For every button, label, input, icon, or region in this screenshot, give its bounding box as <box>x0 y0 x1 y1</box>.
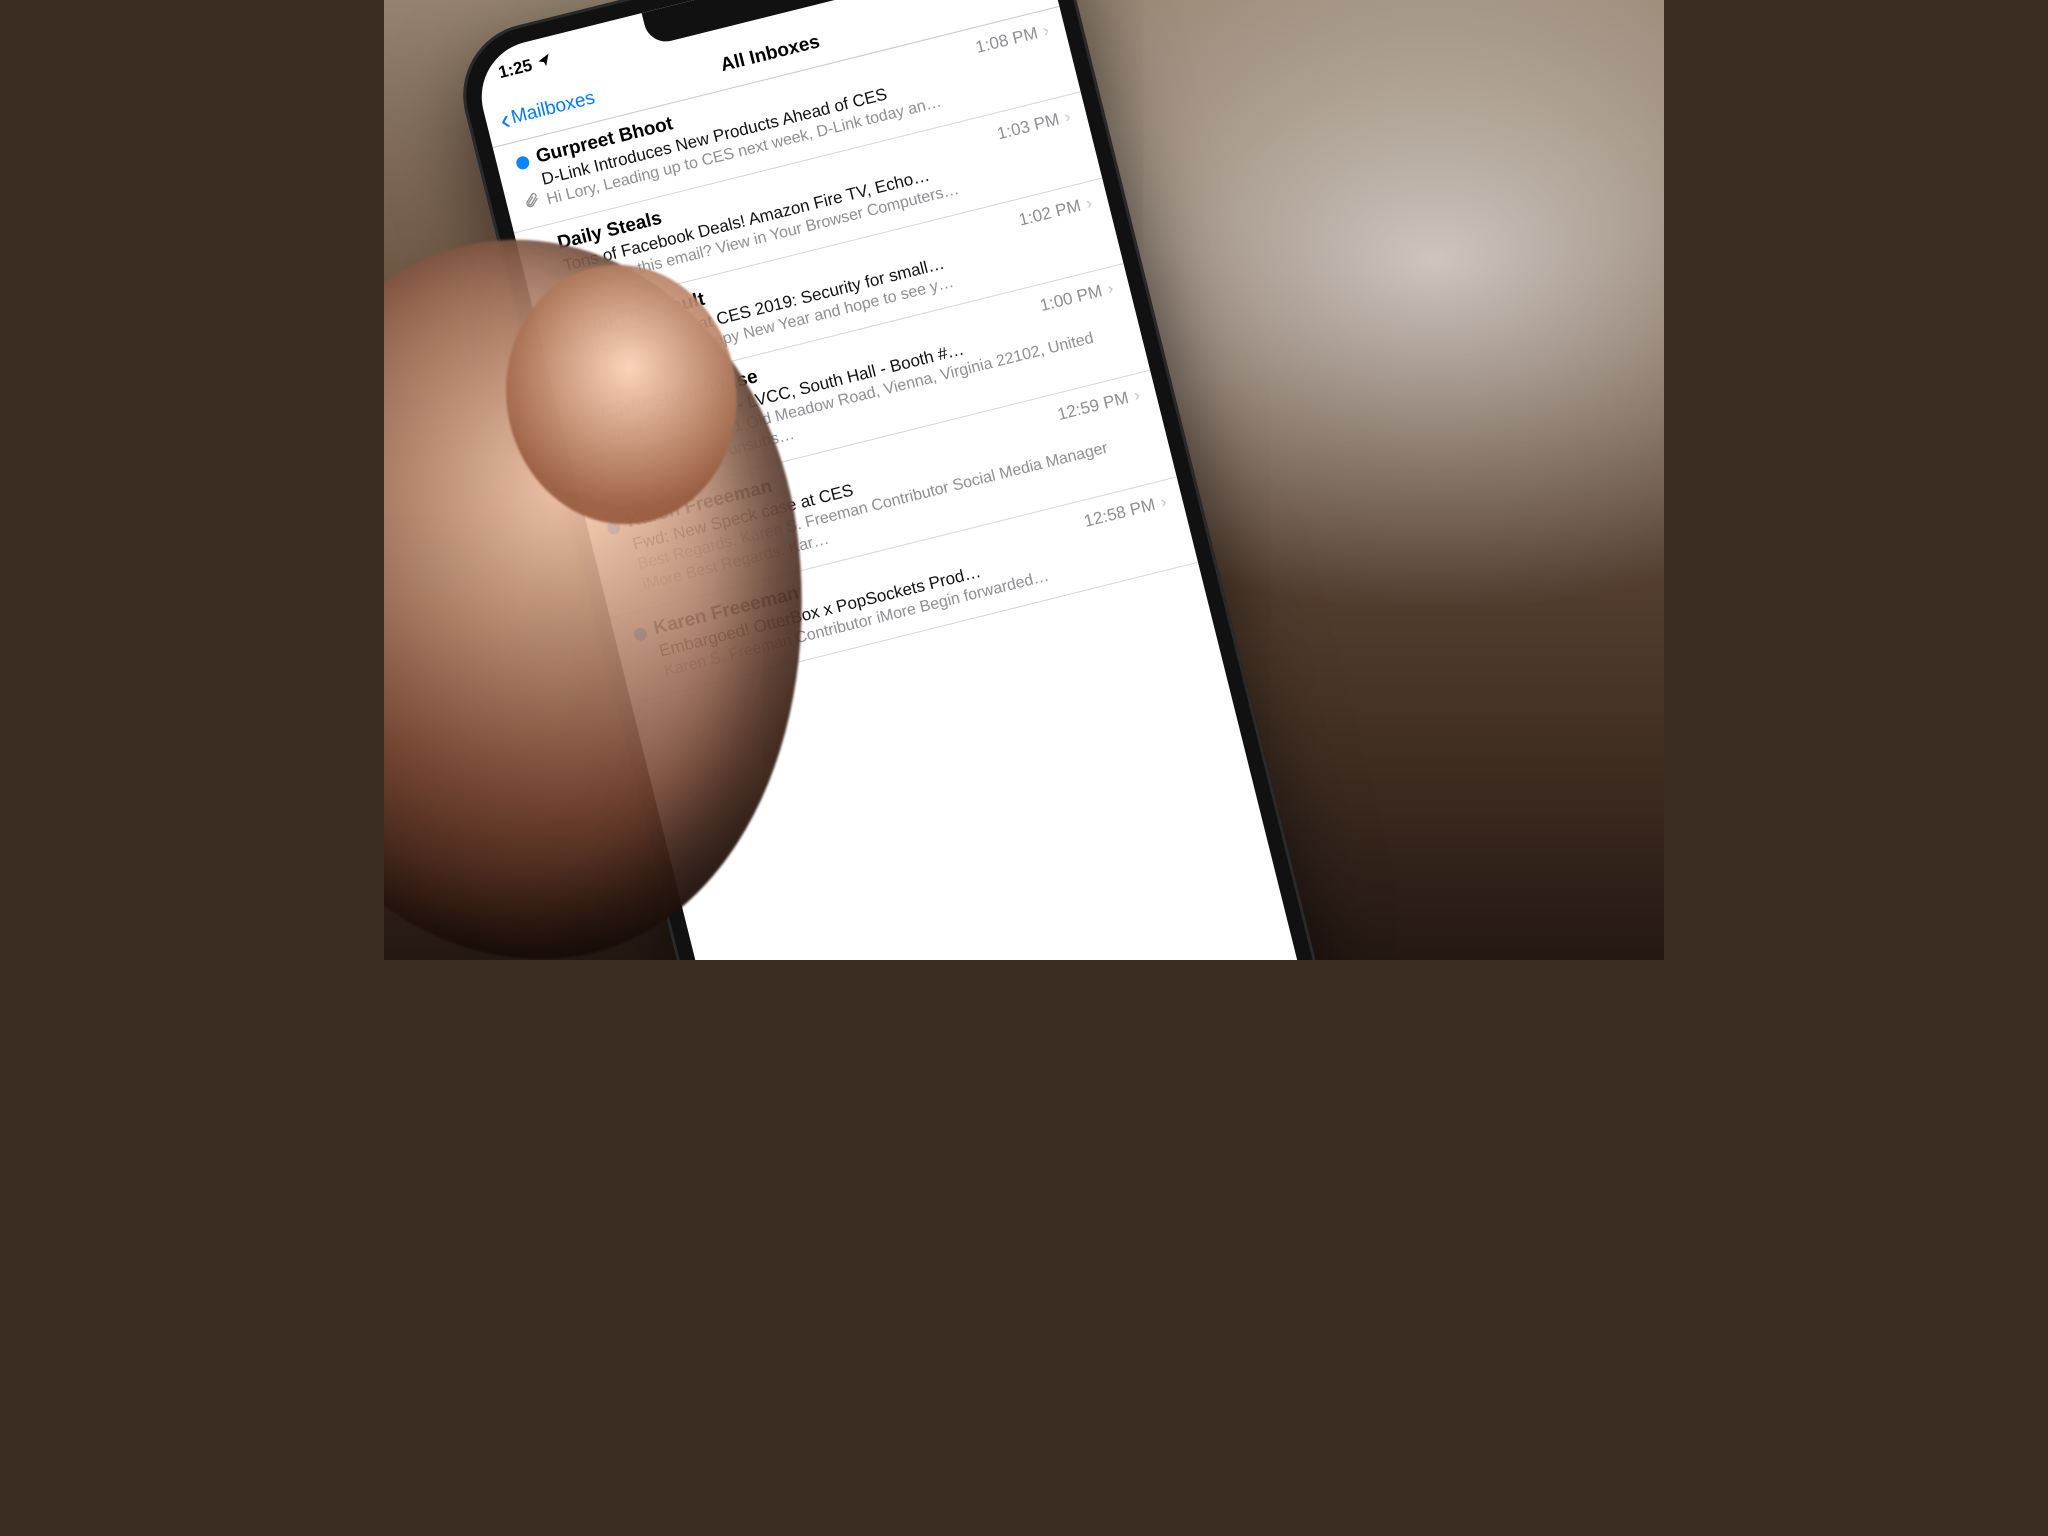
chevron-right-icon: › <box>1084 193 1094 214</box>
status-time: 1:25 <box>497 55 535 83</box>
chevron-right-icon: › <box>1132 385 1142 406</box>
chevron-right-icon: › <box>1062 107 1072 128</box>
photo-scene: 1:25 ‹ <box>384 0 1664 960</box>
attachment-icon <box>522 191 542 214</box>
chevron-right-icon: › <box>1105 279 1115 300</box>
edit-button[interactable]: Edit <box>1006 0 1043 6</box>
location-arrow-icon <box>535 51 553 74</box>
chevron-right-icon: › <box>1041 20 1051 41</box>
chevron-right-icon: › <box>1158 492 1168 513</box>
unread-dot-icon <box>514 155 530 171</box>
